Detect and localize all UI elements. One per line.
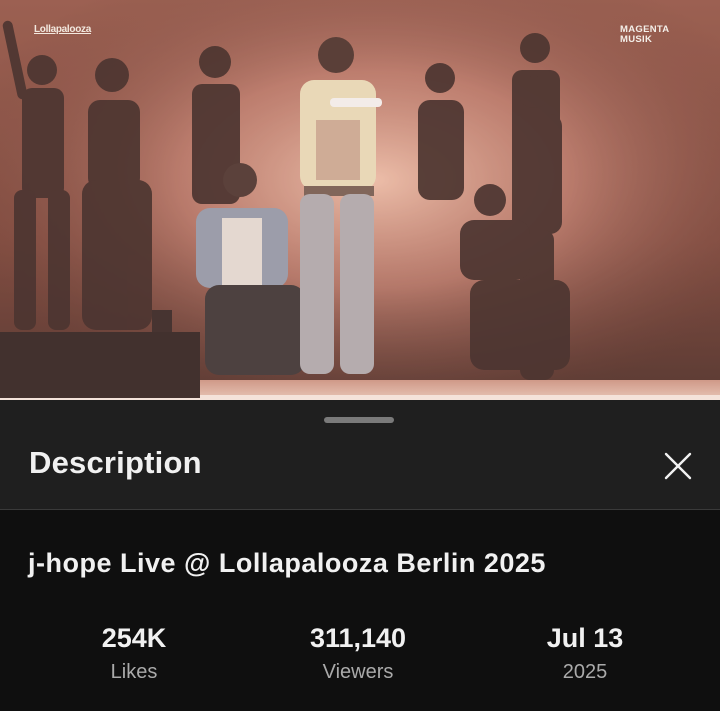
publish-year: 2025 [562, 661, 608, 683]
viewers-stat: 311,140 Viewers [258, 622, 458, 685]
video-player[interactable]: Lollapalooza MAGENTA MUSIK [0, 0, 720, 400]
date-stat: Jul 13 2025 [485, 622, 685, 685]
musik-text: MUSIK [620, 34, 653, 45]
video-title: j-hope Live @ Lollapalooza Berlin 2025 [28, 548, 546, 578]
magenta-musik-logo: MAGENTA MUSIK [620, 25, 680, 45]
youtube-screen: Lollapalooza MAGENTA MUSIK Description j… [0, 0, 720, 711]
lollapalooza-logo: Lollapalooza [34, 24, 91, 35]
likes-stat: 254K Likes [34, 622, 234, 685]
description-sheet: Description j-hope Live @ Lollapalooza B… [0, 400, 720, 711]
description-content: j-hope Live @ Lollapalooza Berlin 2025 2… [0, 510, 720, 711]
viewers-label: Viewers [322, 661, 394, 683]
sheet-title: Description [29, 445, 202, 480]
likes-count: 254K [101, 623, 167, 653]
drag-handle[interactable] [324, 417, 394, 423]
close-button[interactable] [654, 442, 702, 490]
concert-stage-image [0, 0, 720, 400]
publish-date: Jul 13 [546, 623, 624, 653]
likes-label: Likes [110, 661, 158, 683]
close-icon [664, 452, 692, 480]
viewers-count: 311,140 [309, 623, 407, 653]
